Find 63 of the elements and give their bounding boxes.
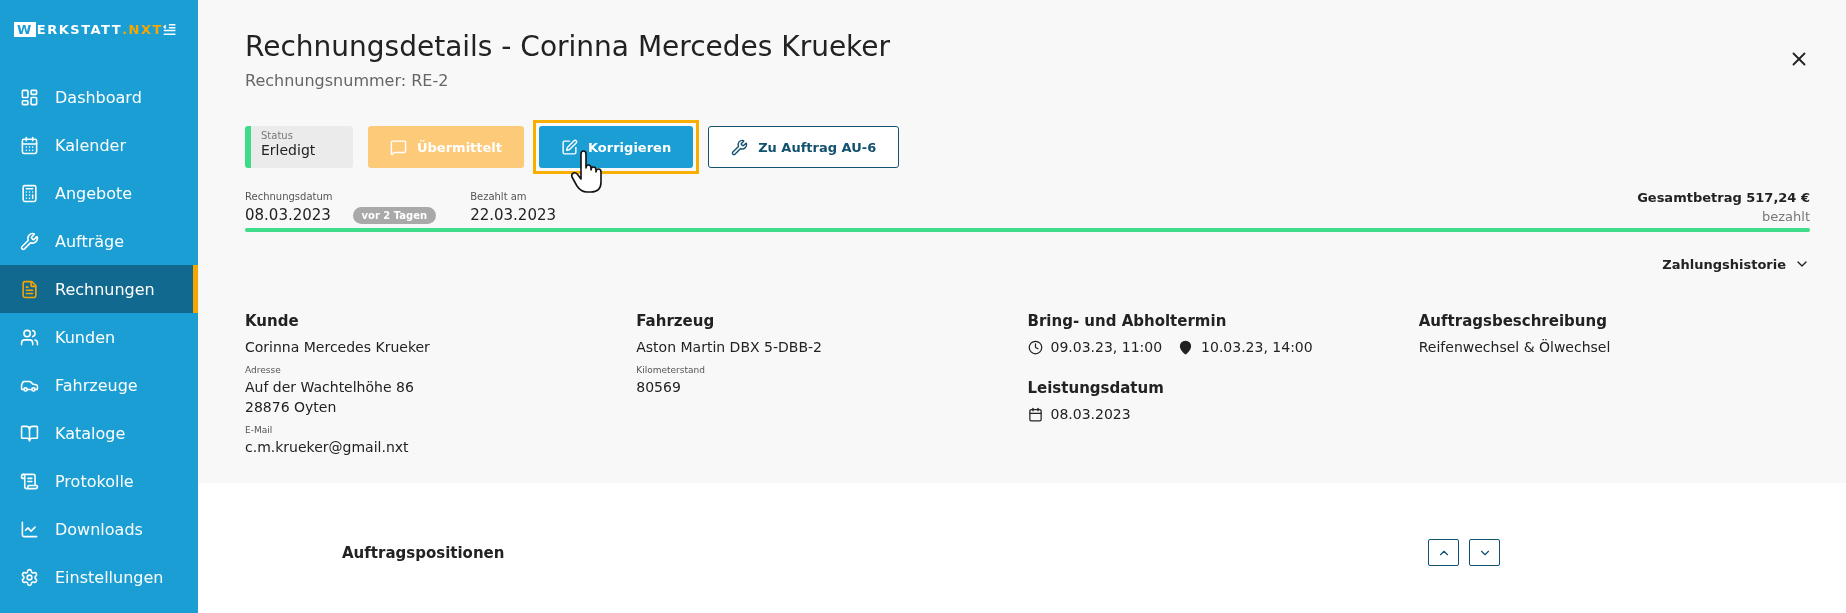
edit-icon xyxy=(561,138,578,156)
calendar-icon xyxy=(1027,406,1043,422)
tools-icon xyxy=(20,231,39,251)
total-amount: Gesamtbetrag 517,24 € xyxy=(1637,190,1810,205)
section-heading: Bring- und Abholtermin xyxy=(1027,312,1228,330)
date-value: 22.03.2023 xyxy=(470,206,557,224)
status-field: Status Erledigt xyxy=(245,126,353,168)
nav-item[interactable]: Dashboard xyxy=(0,73,198,121)
calendar-icon xyxy=(20,135,39,155)
section-value: Reifenwechsel & Ölwechsel xyxy=(1418,339,1612,355)
section-value: Corinna Mercedes Krueker xyxy=(245,339,431,355)
section-heading: Leistungsdatum xyxy=(1027,379,1165,397)
section-heading: Kunde xyxy=(245,312,300,330)
dashboard-icon xyxy=(20,87,39,107)
logo: W ERKSTATT.NXT xyxy=(14,22,163,37)
section-value: Aston Martin DBX 5-DBB-2 xyxy=(636,339,823,355)
nav-item[interactable]: Kunden xyxy=(0,313,198,361)
nav-item[interactable]: Aufträge xyxy=(0,217,198,265)
section-heading: Auftragspositionen xyxy=(342,543,505,562)
date-label: Rechnungsdatum xyxy=(245,191,333,202)
relative-time: vor 2 Tagen xyxy=(352,207,437,224)
clock-icon xyxy=(1027,339,1043,355)
action-button[interactable]: Korrigieren xyxy=(539,126,694,168)
message-icon xyxy=(390,138,407,156)
field-value: 80569 xyxy=(636,379,682,395)
field-value: 28876 Oyten xyxy=(245,399,338,415)
calculator-icon xyxy=(20,183,39,203)
field-value: c.m.krueker@gmail.nxt xyxy=(245,439,410,455)
nav-item[interactable]: Fahrzeuge xyxy=(0,361,198,409)
pin-icon xyxy=(1178,339,1194,355)
payment-history-toggle[interactable]: Zahlungshistorie xyxy=(1662,256,1810,272)
nav-item[interactable]: Kalender xyxy=(0,121,198,169)
field-label: Kilometerstand xyxy=(636,365,706,375)
field-label: Adresse xyxy=(245,365,282,375)
service-date: 08.03.2023 xyxy=(1050,406,1131,422)
book-icon xyxy=(20,423,39,443)
invoice-number: Rechnungsnummer: RE-2 xyxy=(245,71,450,90)
return-time: 10.03.23, 14:00 xyxy=(1201,339,1313,355)
section-heading: Fahrzeug xyxy=(636,312,716,330)
field-value: Auf der Wachtelhöhe 86 xyxy=(245,379,415,395)
document-list-icon xyxy=(20,471,39,491)
tools-icon xyxy=(731,138,749,156)
nav-item[interactable]: Kataloge xyxy=(0,409,198,457)
nav-item[interactable]: Protokolle xyxy=(0,457,198,505)
collapse-menu-icon[interactable] xyxy=(162,22,176,37)
settings-icon xyxy=(20,567,39,587)
users-icon xyxy=(20,327,39,347)
action-button[interactable]: Zu Auftrag AU-6 xyxy=(708,126,900,168)
payment-status: bezahlt xyxy=(1762,209,1810,224)
document-icon xyxy=(20,279,39,299)
chart-icon xyxy=(20,519,39,539)
collapse-button[interactable] xyxy=(1428,539,1459,566)
date-label: Bezahlt am xyxy=(470,191,528,202)
nav-item[interactable]: Rechnungen xyxy=(0,265,198,313)
section-heading: Auftragsbeschreibung xyxy=(1418,312,1608,330)
nav-item[interactable]: Angebote xyxy=(0,169,198,217)
date-value: 08.03.2023 xyxy=(245,206,332,224)
nav-item[interactable]: Einstellungen xyxy=(0,553,198,601)
page-title: Rechnungsdetails - Corinna Mercedes Krueker xyxy=(245,30,891,63)
nav-item[interactable]: Downloads xyxy=(0,505,198,553)
pickup-time: 09.03.23, 11:00 xyxy=(1050,339,1163,355)
field-label: E-Mail xyxy=(245,425,274,435)
expand-button[interactable] xyxy=(1469,539,1500,566)
